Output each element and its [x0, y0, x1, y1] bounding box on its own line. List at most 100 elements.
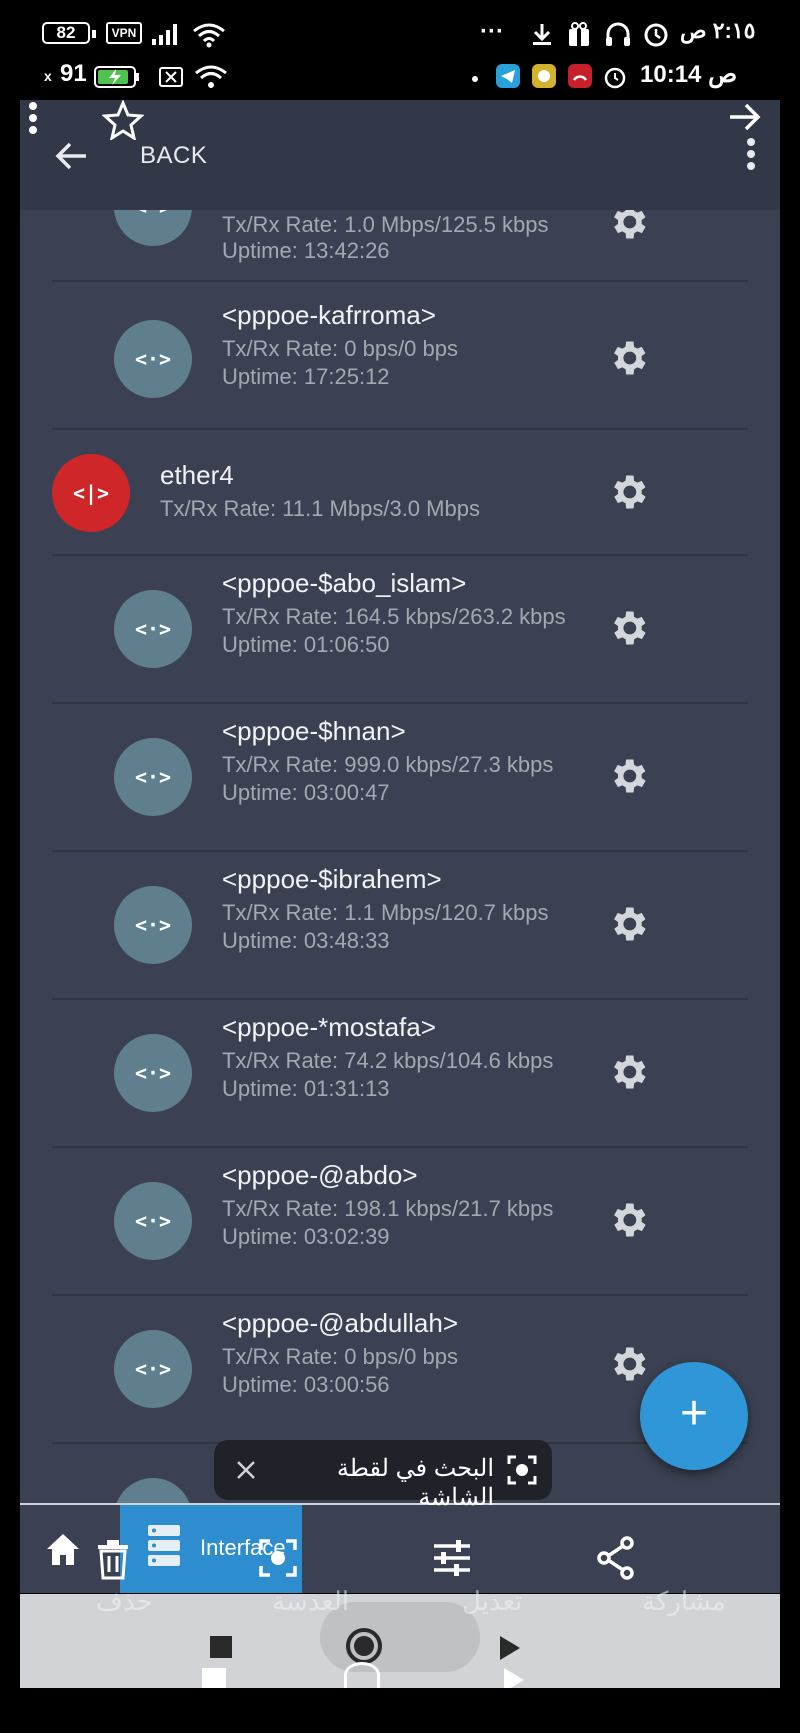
close-icon[interactable]	[234, 1458, 258, 1482]
back-button-ghost	[504, 1668, 524, 1688]
list-item[interactable]: <·> <pppoe-$abo_islam> Tx/Rx Rate: 164.5…	[20, 556, 780, 702]
settings-gear-icon[interactable]	[606, 336, 650, 380]
back-label[interactable]: BACK	[140, 142, 207, 170]
list-item-ether[interactable]: <|> ether4 Tx/Rx Rate: 11.1 Mbps/3.0 Mbp…	[20, 430, 780, 554]
app-window: <·> Uptime: 13:42:26 Tx/Rx Rate: 1.0 Mbp…	[20, 100, 780, 1593]
recents-button[interactable]	[210, 1636, 232, 1658]
telegram-icon	[496, 64, 520, 88]
uptime-text: Uptime: 03:48:33	[222, 928, 390, 953]
interface-avatar-icon: <·>	[114, 1182, 192, 1260]
settings-gear-icon[interactable]	[606, 902, 650, 946]
settings-gear-icon[interactable]	[606, 1050, 650, 1094]
settings-gear-icon[interactable]	[606, 1342, 650, 1386]
app-notification-icon	[532, 64, 556, 88]
alarm-icon-secondary	[604, 67, 626, 89]
settings-gear-icon[interactable]	[606, 1198, 650, 1242]
rate-text: Tx/Rx Rate: 198.1 kbps/21.7 kbps	[222, 1196, 554, 1221]
ethernet-port-icon: <|>	[52, 454, 130, 532]
signal-icon	[152, 24, 177, 45]
rate-text: Tx/Rx Rate: 74.2 kbps/104.6 kbps	[222, 1048, 554, 1073]
uptime-text: Uptime: 03:02:39	[222, 1224, 390, 1249]
settings-gear-icon[interactable]	[606, 470, 650, 514]
rate-text: Tx/Rx Rate: 164.5 kbps/263.2 kbps	[222, 604, 566, 629]
interface-name: <pppoe-$hnan>	[222, 716, 406, 746]
uptime-text: Uptime: 01:06:50	[222, 632, 390, 657]
forward-arrow-icon[interactable]	[726, 100, 764, 134]
status-bar-second: x 91 10:14 ص	[0, 60, 800, 100]
interface-name: ether4	[160, 460, 234, 490]
home-button-ghost	[344, 1662, 380, 1688]
list-item[interactable]: <·> <pppoe-@abdo> Tx/Rx Rate: 198.1 kbps…	[20, 1148, 780, 1296]
recents-button-ghost	[202, 1668, 226, 1688]
uptime-text: Uptime: 03:00:56	[222, 1372, 390, 1397]
interface-avatar-icon: <·>	[114, 590, 192, 668]
interface-avatar-icon: <·>	[114, 320, 192, 398]
wifi-icon-secondary	[195, 65, 227, 88]
rate-text: Tx/Rx Rate: 11.1 Mbps/3.0 Mbps	[160, 496, 480, 521]
interface-name: <pppoe-*mostafa>	[222, 1012, 436, 1042]
share-icon[interactable]	[596, 1536, 636, 1580]
interface-name: <pppoe-kafrroma>	[222, 300, 436, 330]
clock-second: 10:14 ص	[640, 61, 738, 88]
settings-gear-icon[interactable]	[606, 754, 650, 798]
battery-tip	[92, 30, 96, 38]
edit-label: تعديل	[462, 1586, 523, 1616]
edit-sliders-icon[interactable]	[432, 1538, 472, 1578]
list-item[interactable]: <·> <pppoe-kafrroma> Tx/Rx Rate: 0 bps/0…	[20, 282, 780, 428]
interface-name: <pppoe-@abdo>	[222, 1160, 418, 1190]
add-fab-button[interactable]: +	[640, 1362, 748, 1470]
overflow-menu-icon[interactable]	[28, 100, 38, 140]
interface-name: <pppoe-@abdullah>	[222, 1308, 459, 1338]
lens-label: العدسة	[272, 1586, 350, 1616]
list-item[interactable]: <·> <pppoe-*mostafa> Tx/Rx Rate: 74.2 kb…	[20, 1000, 780, 1148]
list-item[interactable]: <·> <pppoe-$hnan> Tx/Rx Rate: 999.0 kbps…	[20, 704, 780, 852]
back-button[interactable]	[496, 1634, 522, 1662]
interface-avatar-icon: <·>	[114, 1330, 192, 1408]
screen: 82 VPN ··· ٢:١٥ ص x 91 10:14 ص Uptime: 1…	[0, 0, 800, 1733]
star-icon[interactable]	[102, 100, 144, 140]
interface-avatar-icon: <·>	[114, 886, 192, 964]
notification-dot-icon	[472, 76, 478, 82]
status-bar-top: 82 VPN ··· ٢:١٥ ص	[0, 16, 800, 56]
interface-avatar-icon: <·>	[114, 1034, 192, 1112]
interface-name: <pppoe-$ibrahem>	[222, 864, 442, 894]
lens-icon[interactable]	[258, 1538, 298, 1578]
clock-top: ٢:١٥ ص	[680, 18, 756, 43]
rate-text: Tx/Rx Rate: 0 bps/0 bps	[222, 336, 458, 361]
uptime-text: Uptime: 13:42:26	[222, 238, 390, 263]
uptime-text: Uptime: 17:25:12	[222, 364, 390, 389]
screen-search-toast[interactable]: البحث في لقطة الشاشة	[214, 1440, 552, 1511]
more-notifications: ···	[480, 18, 504, 45]
battery-indicator: 82	[42, 22, 90, 44]
battery-x-mark: x	[44, 68, 52, 84]
trash-icon[interactable]	[96, 1540, 130, 1580]
lens-scan-icon	[507, 1455, 537, 1485]
rate-text: Tx/Rx Rate: 1.0 Mbps/125.5 kbps	[222, 212, 549, 237]
uptime-text: Uptime: 03:00:47	[222, 780, 390, 805]
alarm-icon	[644, 23, 668, 47]
interface-name: <pppoe-$abo_islam>	[222, 568, 467, 598]
delete-label: حذف	[96, 1586, 153, 1616]
uptime-text: Uptime: 01:31:13	[222, 1076, 390, 1101]
rate-text: Tx/Rx Rate: 999.0 kbps/27.3 kbps	[222, 752, 554, 777]
back-arrow-icon[interactable]	[54, 138, 90, 174]
download-icon	[533, 24, 551, 45]
rate-text: Tx/Rx Rate: 1.1 Mbps/120.7 kbps	[222, 900, 549, 925]
headset-icon	[606, 22, 630, 46]
notification-x-icon	[159, 67, 183, 87]
wifi-icon	[193, 23, 225, 48]
more-options-icon[interactable]	[746, 136, 756, 176]
settings-gear-icon[interactable]	[606, 606, 650, 650]
gift-icon	[569, 22, 589, 46]
mikrotik-app-icon	[568, 64, 592, 88]
screenshot-action-bar	[20, 1500, 780, 1595]
rate-text: Tx/Rx Rate: 0 bps/0 bps	[222, 1344, 458, 1369]
toolbar: BACK	[20, 100, 780, 210]
share-label: مشاركة	[642, 1586, 726, 1616]
charging-battery-icon	[94, 66, 139, 88]
list-item[interactable]: <·> <pppoe-$ibrahem> Tx/Rx Rate: 1.1 Mbp…	[20, 852, 780, 1000]
home-button[interactable]	[346, 1628, 382, 1664]
interface-avatar-icon: <·>	[114, 738, 192, 816]
vpn-indicator: VPN	[106, 22, 142, 44]
battery-percent: 91	[60, 60, 87, 87]
